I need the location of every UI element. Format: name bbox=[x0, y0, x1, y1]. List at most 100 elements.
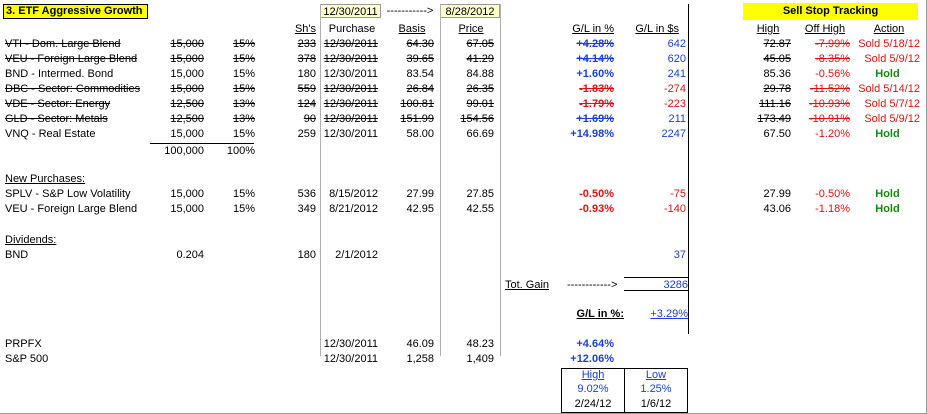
date-arrow: -----------> bbox=[386, 5, 434, 17]
end-date-cell[interactable]: 8/28/2012 bbox=[440, 4, 500, 18]
holding-shares: 124 bbox=[297, 98, 316, 110]
benchmark-gl-pct: +12.06% bbox=[570, 353, 614, 365]
holding-off-high: -8.35% bbox=[815, 53, 850, 65]
holding-price: 66.69 bbox=[466, 128, 494, 140]
holding-action: Sold 5/7/12 bbox=[864, 98, 920, 110]
benchmark-basis: 1,258 bbox=[406, 353, 434, 365]
holding-gl-usd: 642 bbox=[667, 38, 686, 50]
holding-shares: 259 bbox=[297, 128, 316, 140]
holding-name: VEU - Foreign Large Blend bbox=[5, 53, 138, 65]
purchase-amount: 15,000 bbox=[170, 188, 204, 200]
holding-action: Hold bbox=[875, 68, 900, 80]
holding-basis: 83.54 bbox=[406, 68, 434, 80]
holding-pct: 13% bbox=[232, 113, 255, 125]
purchase-action: Hold bbox=[875, 188, 900, 200]
holding-high: 173.49 bbox=[757, 113, 791, 125]
holding-price: 154.56 bbox=[460, 113, 494, 125]
holding-purchase: 12/30/2011 bbox=[323, 53, 378, 65]
col-purchase: Purchase bbox=[328, 23, 376, 35]
purchase-pct: 15% bbox=[232, 188, 255, 200]
holding-off-high: -10.93% bbox=[809, 98, 850, 110]
holding-shares: 180 bbox=[297, 68, 316, 80]
col-basis: Basis bbox=[398, 23, 426, 35]
col-gl-usd: G/L in $s bbox=[635, 23, 679, 35]
new-purchases-label: New Purchases: bbox=[5, 173, 86, 185]
holding-off-high: -0.56% bbox=[815, 68, 850, 80]
holding-off-high: -1.20% bbox=[815, 128, 850, 140]
holding-pct: 15% bbox=[232, 83, 255, 95]
tot-gain-arrow: ------------> bbox=[567, 279, 618, 291]
holding-shares: 90 bbox=[303, 113, 316, 125]
holding-gl-pct: +14.98% bbox=[570, 128, 614, 140]
holding-high: 72.87 bbox=[763, 38, 791, 50]
benchmark-name: PRPFX bbox=[5, 338, 42, 350]
holding-gl-pct: +4.28% bbox=[576, 38, 614, 50]
holding-name: VTI - Dom. Large Blend bbox=[5, 38, 121, 50]
holding-gl-pct: +1.69% bbox=[576, 113, 614, 125]
purchase-date: 8/21/2012 bbox=[329, 203, 378, 215]
holding-amount: 12,500 bbox=[170, 113, 204, 125]
holding-shares: 378 bbox=[297, 53, 316, 65]
benchmark-date: 12/30/2011 bbox=[323, 338, 378, 350]
holding-high: 45.05 bbox=[763, 53, 791, 65]
holding-gl-usd: -223 bbox=[663, 98, 686, 110]
purchase-gl-pct: -0.93% bbox=[579, 203, 614, 215]
purchase-high: 43.06 bbox=[763, 203, 791, 215]
total-amount: 100,000 bbox=[164, 145, 204, 157]
benchmark-name: S&P 500 bbox=[5, 353, 49, 365]
benchmark-basis: 46.09 bbox=[406, 338, 434, 350]
benchmark-gl-pct: +4.64% bbox=[576, 338, 614, 350]
col-price: Price bbox=[458, 23, 484, 35]
purchase-gl-usd: -75 bbox=[670, 188, 686, 200]
holding-gl-usd: 211 bbox=[668, 113, 686, 125]
purchase-shares: 536 bbox=[297, 188, 316, 200]
dividend-shares: 180 bbox=[297, 249, 316, 261]
holding-gl-pct: -1.83% bbox=[579, 83, 614, 95]
col-gl-pct: G/L in % bbox=[572, 23, 614, 35]
purchase-gl-pct: -0.50% bbox=[579, 188, 614, 200]
holding-off-high: -7.99% bbox=[815, 38, 850, 50]
holding-amount: 15,000 bbox=[170, 83, 204, 95]
total-pct: 100% bbox=[226, 145, 255, 157]
range-low-pct: 1.25% bbox=[640, 383, 672, 395]
holding-high: 111.16 bbox=[758, 98, 791, 110]
holding-off-high: -10.91% bbox=[809, 113, 850, 125]
holding-action: Hold bbox=[875, 128, 900, 140]
holding-high: 67.50 bbox=[763, 128, 791, 140]
sheet-title[interactable]: 3. ETF Aggressive Growth bbox=[3, 4, 148, 19]
holding-name: BND - Intermed. Bond bbox=[5, 68, 114, 80]
purchase-price: 42.55 bbox=[466, 203, 494, 215]
holding-amount: 12,500 bbox=[170, 98, 204, 110]
holding-gl-usd: 241 bbox=[667, 68, 686, 80]
range-low-label: Low bbox=[645, 369, 667, 381]
sell-stop-title: Sell Stop Tracking bbox=[743, 3, 918, 20]
holding-amount: 15,000 bbox=[170, 38, 204, 50]
purchase-name: SPLV - S&P Low Volatility bbox=[5, 188, 131, 200]
holding-gl-pct: -1.79% bbox=[579, 98, 614, 110]
dividend-gl: 37 bbox=[673, 249, 686, 261]
holding-pct: 13% bbox=[232, 98, 255, 110]
range-high-label: High bbox=[581, 369, 605, 381]
purchase-basis: 27.99 bbox=[406, 188, 434, 200]
holding-gl-usd: 620 bbox=[667, 53, 686, 65]
holding-price: 99.01 bbox=[466, 98, 494, 110]
holding-action: Sold 5/18/12 bbox=[858, 38, 920, 50]
spreadsheet: 3. ETF Aggressive Growth 12/30/2011 ----… bbox=[0, 0, 927, 414]
range-low-date: 1/6/12 bbox=[640, 398, 672, 410]
purchase-pct: 15% bbox=[232, 203, 255, 215]
holding-gl-usd: 2247 bbox=[661, 128, 686, 140]
holding-pct: 15% bbox=[232, 68, 255, 80]
holding-name: VNQ - Real Estate bbox=[5, 128, 96, 140]
range-high-date: 2/24/12 bbox=[574, 398, 612, 410]
col-high: High bbox=[756, 23, 780, 35]
holding-purchase: 12/30/2011 bbox=[323, 38, 378, 50]
range-high-pct: 9.02% bbox=[577, 383, 609, 395]
col-sep-4 bbox=[688, 4, 689, 334]
holding-purchase: 12/30/2011 bbox=[323, 98, 378, 110]
holding-action: Sold 5/9/12 bbox=[864, 113, 920, 125]
holding-shares: 233 bbox=[297, 38, 316, 50]
purchase-high: 27.99 bbox=[763, 188, 791, 200]
holding-pct: 15% bbox=[232, 128, 255, 140]
holding-action: Sold 5/14/12 bbox=[858, 83, 920, 95]
start-date-cell[interactable]: 12/30/2011 bbox=[320, 4, 381, 18]
